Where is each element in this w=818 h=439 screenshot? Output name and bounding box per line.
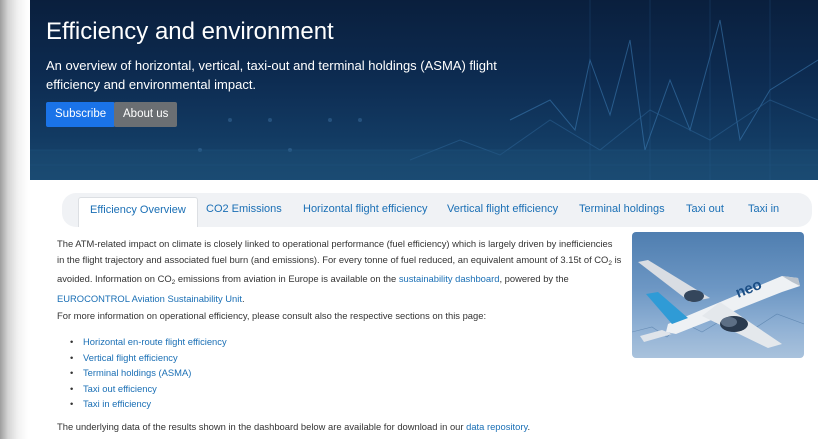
subscribe-button[interactable]: Subscribe xyxy=(46,102,116,127)
tab-horizontal-flight-efficiency[interactable]: Horizontal flight efficiency xyxy=(303,200,428,226)
data-repository-link[interactable]: data repository xyxy=(466,421,527,432)
page: Efficiency and environment An overview o… xyxy=(0,0,818,439)
tab-taxi-out[interactable]: Taxi out xyxy=(686,200,724,226)
tab-vertical-flight-efficiency[interactable]: Vertical flight efficiency xyxy=(447,200,558,226)
aircraft-illustration: neo xyxy=(632,260,804,348)
intro-paragraph: The ATM-related impact on climate is clo… xyxy=(57,236,622,306)
section-links-list: Horizontal en-route flight efficiency Ve… xyxy=(70,334,227,412)
link-horizontal-en-route[interactable]: Horizontal en-route flight efficiency xyxy=(70,334,227,350)
download-period: . xyxy=(527,421,531,432)
link-taxi-out-efficiency[interactable]: Taxi out efficiency xyxy=(70,381,227,397)
page-subtitle: An overview of horizontal, vertical, tax… xyxy=(46,58,497,92)
link-taxi-in-efficiency[interactable]: Taxi in efficiency xyxy=(70,396,227,412)
download-sentence: The underlying data of the results shown… xyxy=(57,421,467,432)
about-us-button[interactable]: About us xyxy=(114,102,178,127)
tab-co2-emissions[interactable]: CO2 Emissions xyxy=(206,200,282,226)
tab-terminal-holdings[interactable]: Terminal holdings xyxy=(579,200,665,226)
link-vertical-efficiency[interactable]: Vertical flight efficiency xyxy=(70,350,227,366)
download-text: The underlying data of the results shown… xyxy=(57,421,530,432)
link-terminal-holdings[interactable]: Terminal holdings (ASMA) xyxy=(70,365,227,381)
aircraft-image: neo xyxy=(632,232,804,358)
intro-text-4: , powered by the xyxy=(499,273,569,284)
hero-banner: Efficiency and environment An overview o… xyxy=(30,0,818,180)
tab-taxi-in[interactable]: Taxi in xyxy=(748,200,779,226)
intro-text-5: . xyxy=(241,292,245,304)
window-shadow xyxy=(0,0,30,439)
sustainability-dashboard-link[interactable]: sustainability dashboard xyxy=(399,273,500,284)
intro-text-3: emissions from aviation in Europe is ava… xyxy=(175,273,399,284)
more-info-text: For more information on operational effi… xyxy=(57,310,487,321)
tab-efficiency-overview[interactable]: Efficiency Overview xyxy=(78,197,198,227)
aviation-sustainability-unit-link[interactable]: EUROCONTROL Aviation Sustainability Unit xyxy=(57,293,242,304)
intro-text-1: The ATM-related impact on climate is clo… xyxy=(57,238,613,265)
page-title: Efficiency and environment xyxy=(46,18,334,45)
